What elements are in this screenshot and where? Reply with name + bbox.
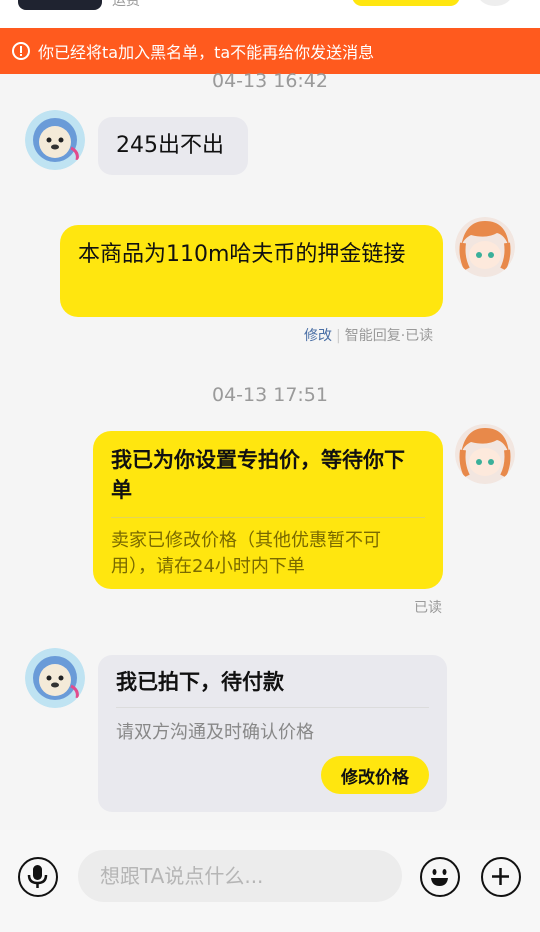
message-bubble-outgoing[interactable]: 本商品为110m哈夫币的押金链接: [60, 225, 443, 317]
message-bubble-incoming[interactable]: 245出不出: [98, 117, 248, 175]
message-input-wrapper[interactable]: [78, 850, 402, 902]
card-title: 我已为你设置专拍价，等待你下单: [111, 448, 405, 502]
my-avatar[interactable]: [455, 217, 515, 277]
message-meta: 修改 | 智能回复·已读: [304, 325, 433, 345]
seller-avatar[interactable]: [25, 648, 85, 708]
price-set-card[interactable]: 我已为你设置专拍价，等待你下单 卖家已修改价格（其他优惠暂不可用），请在24小时…: [93, 431, 443, 589]
card-title: 我已拍下，待付款: [116, 670, 284, 694]
meta-divider: |: [336, 328, 341, 344]
top-bar: 运费: [0, 0, 540, 28]
alert-circle-icon: [12, 42, 30, 60]
edit-link[interactable]: 修改: [304, 328, 332, 344]
message-text: 245出不出: [116, 133, 224, 158]
modify-price-button[interactable]: 修改价格: [321, 756, 429, 794]
blacklist-banner: 你已经将ta加入黑名单，ta不能再给你发送消息: [0, 28, 540, 74]
plus-icon[interactable]: [481, 857, 521, 897]
timestamp: 04-13 17:51: [211, 384, 328, 406]
product-thumbnail[interactable]: [18, 0, 102, 10]
card-subtitle: 请双方沟通及时确认价格: [116, 722, 314, 743]
microphone-icon[interactable]: [18, 857, 58, 897]
top-action-button[interactable]: [352, 0, 460, 6]
message-input[interactable]: [98, 863, 402, 889]
top-subtext: 运费: [112, 0, 140, 9]
card-divider: [111, 517, 425, 518]
order-pending-card[interactable]: 我已拍下，待付款 请双方沟通及时确认价格 修改价格: [98, 655, 447, 812]
read-status: 已读: [414, 600, 442, 616]
seller-avatar[interactable]: [25, 110, 85, 170]
card-divider: [116, 707, 429, 708]
blacklist-banner-text: 你已经将ta加入黑名单，ta不能再给你发送消息: [38, 43, 375, 62]
card-subtitle: 卖家已修改价格（其他优惠暂不可用），请在24小时内下单: [111, 530, 381, 577]
message-text: 本商品为110m哈夫币的押金链接: [78, 242, 406, 267]
smart-reply-read: 智能回复·已读: [344, 328, 434, 344]
top-circle-button[interactable]: [478, 0, 512, 6]
smiley-icon[interactable]: [420, 857, 460, 897]
my-avatar[interactable]: [455, 424, 515, 484]
timestamp: 04-13 16:42: [211, 70, 328, 92]
